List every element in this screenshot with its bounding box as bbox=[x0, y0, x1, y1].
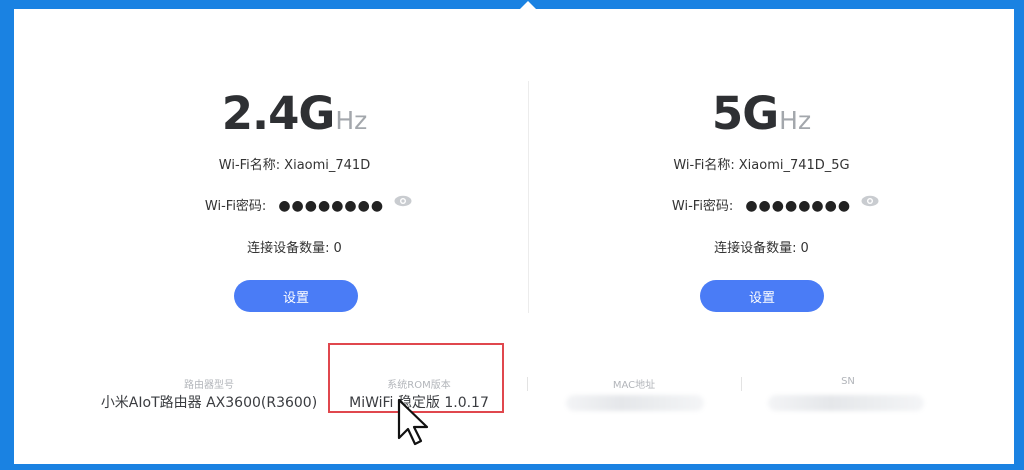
band-5g-section: 5GHz Wi-Fi名称: Xiaomi_741D_5G Wi-Fi密码: ●●●●… bbox=[528, 81, 995, 321]
router-model-label: 路由器型号 bbox=[184, 380, 234, 391]
band-5g-wifi-name-row: Wi-Fi名称: Xiaomi_741D_5G bbox=[528, 154, 995, 173]
mac-address-label: MAC地址 bbox=[612, 380, 656, 391]
band-24g-title: 2.4GHz bbox=[61, 87, 528, 140]
wifi-name-value: Xiaomi_741D bbox=[284, 158, 371, 173]
band-24g-wifi-name-row: Wi-Fi名称: Xiaomi_741D bbox=[61, 154, 528, 173]
info-separator bbox=[741, 377, 742, 391]
eye-icon[interactable] bbox=[394, 195, 412, 207]
band-5g-password-row: Wi-Fi密码: ●●●●●●●● bbox=[528, 195, 995, 214]
wifi-name-label: Wi-Fi名称: bbox=[218, 158, 281, 173]
wifi-password-value: ●●●●●●●● bbox=[745, 198, 852, 214]
mouse-cursor-icon bbox=[397, 398, 429, 446]
band-24g-password-row: Wi-Fi密码: ●●●●●●●● bbox=[61, 195, 528, 214]
band-5g-devices-row: 连接设备数量: 0 bbox=[528, 237, 995, 256]
band-5g-unit: Hz bbox=[779, 106, 812, 135]
devices-count-value: 0 bbox=[800, 241, 809, 256]
serial-number-label: SN bbox=[841, 376, 855, 387]
band-24g-devices-row: 连接设备数量: 0 bbox=[61, 237, 528, 256]
band-5g-settings-button[interactable]: 设置 bbox=[700, 280, 824, 312]
wifi-name-label: Wi-Fi名称: bbox=[673, 158, 735, 173]
band-24g-settings-button[interactable]: 设置 bbox=[234, 280, 358, 312]
band-24g-unit: Hz bbox=[335, 106, 368, 135]
router-status-panel: 2.4GHz Wi-Fi名称: Xiaomi_741D Wi-Fi密码: ●●●●●… bbox=[14, 9, 1014, 464]
info-separator bbox=[527, 377, 528, 391]
band-24g-frequency: 2.4G bbox=[221, 87, 336, 140]
wifi-name-value: Xiaomi_741D_5G bbox=[738, 158, 850, 173]
wifi-password-value: ●●●●●●●● bbox=[278, 198, 385, 214]
band-5g-title: 5GHz bbox=[528, 87, 995, 140]
devices-count-value: 0 bbox=[333, 241, 342, 256]
serial-number-info: SN bbox=[768, 376, 928, 390]
band-24g-section: 2.4GHz Wi-Fi名称: Xiaomi_741D Wi-Fi密码: ●●●●●… bbox=[61, 81, 528, 321]
wifi-password-label: Wi-Fi密码: bbox=[671, 199, 734, 214]
panel-pointer-notch bbox=[519, 1, 537, 10]
serial-number-redacted bbox=[768, 395, 924, 411]
mac-address-info: MAC地址 bbox=[554, 376, 714, 391]
wifi-password-label: Wi-Fi密码: bbox=[204, 199, 267, 214]
devices-count-label: 连接设备数量: bbox=[714, 241, 797, 256]
eye-icon[interactable] bbox=[861, 195, 879, 207]
devices-count-label: 连接设备数量: bbox=[247, 241, 330, 256]
mac-address-redacted bbox=[566, 395, 704, 411]
band-5g-frequency: 5G bbox=[711, 87, 779, 140]
router-model-value: 小米AIoT路由器 AX3600(R3600) bbox=[100, 395, 318, 411]
router-model-info: 路由器型号 小米AIoT路由器 AX3600(R3600) bbox=[98, 376, 320, 412]
